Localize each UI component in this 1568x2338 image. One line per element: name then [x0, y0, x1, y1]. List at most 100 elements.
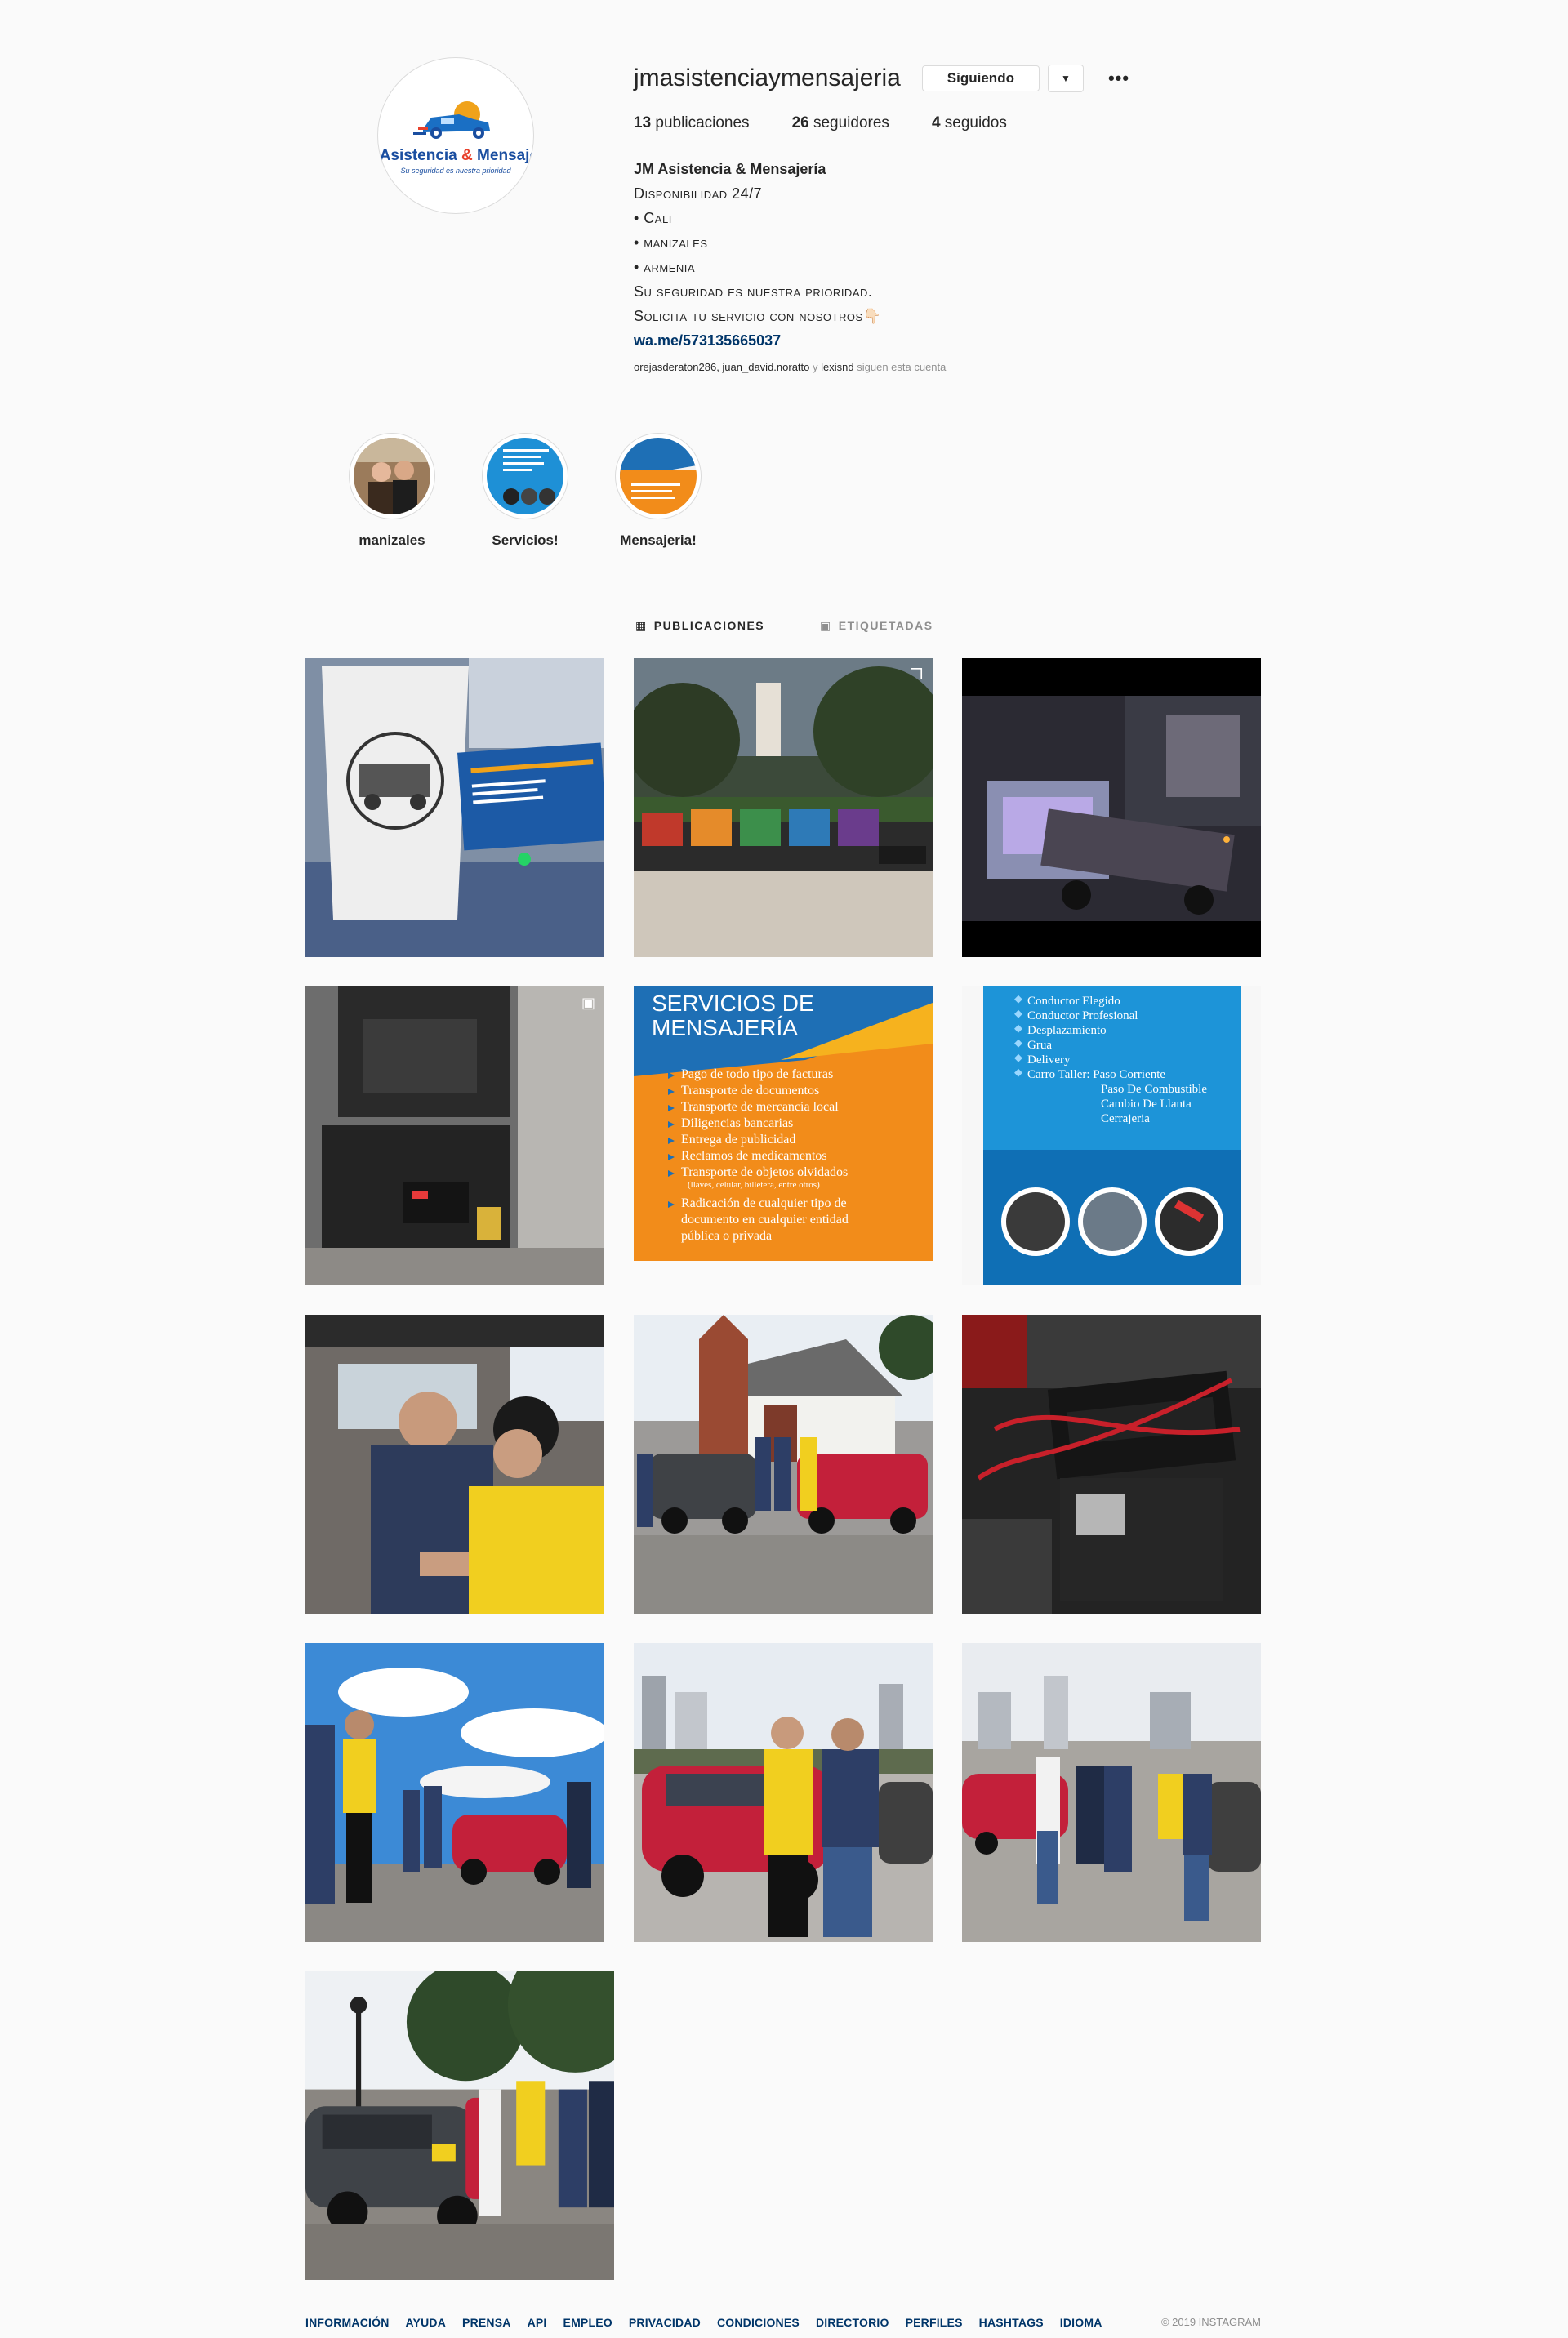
post-battery-jumper[interactable] [962, 1315, 1261, 1614]
post-text: Delivery [1027, 1053, 1071, 1067]
post-manizales-sign[interactable]: ❐ [634, 658, 933, 957]
profile-tabs: ▦ PUBLICACIONES ▣ ETIQUETADAS [305, 603, 1261, 652]
profile-avatar[interactable]: JM Asistencia & Mensajería Su seguridad … [377, 57, 534, 214]
highlight-manizales[interactable]: manizales [346, 433, 438, 549]
profile-bio: JM Asistencia & Mensajería Disponibilida… [634, 157, 1254, 353]
highlight-thumbnail [487, 438, 564, 514]
highlight-label: Servicios! [492, 532, 559, 548]
footer-link-language[interactable]: IDIOMA [1060, 2316, 1102, 2329]
post-coffee-card[interactable] [305, 658, 604, 957]
post-text: pública o privada [681, 1229, 772, 1243]
highlight-servicios[interactable]: Servicios! [479, 433, 571, 549]
footer-link-help[interactable]: AYUDA [406, 2316, 447, 2329]
footer-link-privacy[interactable]: PRIVACIDAD [629, 2316, 701, 2329]
footer-link-api[interactable]: API [528, 2316, 547, 2329]
bio-line: • Cali [634, 210, 672, 226]
post-text: (llaves, celular, billetera, entre otros… [688, 1180, 820, 1190]
footer-copyright: © 2019 INSTAGRAM [1160, 2316, 1261, 2328]
post-text: Radicación de cualquier tipo de [681, 1196, 847, 1210]
post-text: Grua [1027, 1039, 1052, 1052]
more-options-icon[interactable]: ••• [1108, 68, 1129, 89]
highlight-ring [482, 433, 568, 519]
tab-posts[interactable]: ▦ PUBLICACIONES [635, 603, 765, 648]
highlight-mensajeria[interactable]: Mensajeria! [612, 433, 704, 549]
profile-full-name: JM Asistencia & Mensajería [634, 161, 826, 177]
post-servicios-mensajeria[interactable]: SERVICIOS DE MENSAJERÍA Pago de todo tip… [634, 986, 933, 1285]
bio-line: • manizales [634, 234, 708, 251]
post-text: Conductor Profesional [1027, 1009, 1138, 1022]
car-logo-icon [413, 101, 490, 139]
chevron-down-icon[interactable]: ▼ [1047, 65, 1084, 92]
footer-link-jobs[interactable]: EMPLEO [564, 2316, 612, 2329]
post-text: Carro Taller: Paso Corriente [1027, 1068, 1165, 1081]
bio-line: • armenia [634, 259, 696, 275]
title-row: jmasistenciaymensajeria Siguiendo ▼ ••• [634, 57, 1254, 100]
post-image [634, 1643, 933, 1942]
post-text: documento en cualquier entidad [681, 1213, 849, 1227]
profile-username: jmasistenciaymensajeria [634, 65, 901, 91]
post-text: Reclamos de medicamentos [681, 1149, 827, 1163]
followed-by[interactable]: orejasderaton286, juan_david.noratto y l… [634, 361, 1254, 373]
tag-icon: ▣ [820, 618, 832, 632]
footer-link-profiles[interactable]: PERFILES [906, 2316, 963, 2329]
post-image [962, 658, 1261, 957]
highlight-label: manizales [359, 532, 425, 548]
highlight-ring [349, 433, 435, 519]
post-servicios-list[interactable]: Conductor Elegido Conductor Profesional … [962, 986, 1261, 1285]
profile-header: JM Asistencia & Mensajería Su seguridad … [305, 57, 1261, 400]
footer-link-directory[interactable]: DIRECTORIO [816, 2316, 889, 2329]
highlight-thumbnail [354, 438, 430, 514]
post-text: MENSAJERÍA [652, 1015, 798, 1040]
stat-followers[interactable]: 26 seguidores [792, 114, 889, 132]
footer-link-press[interactable]: PRENSA [462, 2316, 511, 2329]
logo-tagline: Su seguridad es nuestra prioridad [400, 167, 511, 175]
tab-label: PUBLICACIONES [653, 619, 765, 632]
multiple-photos-icon: ❐ [910, 666, 924, 683]
footer-link-terms[interactable]: CONDICIONES [717, 2316, 800, 2329]
post-couple-car[interactable] [305, 1315, 604, 1614]
post-team-church[interactable] [634, 1315, 933, 1614]
footer-link-info[interactable]: INFORMACIÓN [305, 2316, 390, 2329]
bio-link[interactable]: wa.me/573135665037 [634, 328, 1254, 353]
bio-line: Su seguridad es nuestra prioridad. [634, 283, 873, 300]
post-text: Transporte de mercancía local [681, 1100, 839, 1114]
post-text: Diligencias bancarias [681, 1116, 793, 1130]
bio-line: Solicita tu servicio con nosotros👇🏻 [634, 308, 882, 324]
post-text: Cerrajeria [1101, 1112, 1150, 1125]
logo-wordmark: JM Asistencia & Mensajería [378, 147, 533, 164]
post-team-street[interactable] [305, 1971, 614, 2280]
post-text: Transporte de objetos olvidados [681, 1165, 848, 1179]
post-text: SERVICIOS DE [652, 991, 814, 1016]
footer-link-hashtags[interactable]: HASHTAGS [979, 2316, 1044, 2329]
tab-tagged[interactable]: ▣ ETIQUETADAS [820, 603, 933, 648]
profile-stats: 13 publicaciones 26 seguidores 4 seguido… [634, 114, 1254, 132]
post-text: Transporte de documentos [681, 1084, 819, 1098]
post-image [305, 1971, 614, 2280]
post-image [634, 658, 933, 957]
stat-following[interactable]: 4 seguidos [932, 114, 1007, 132]
following-button[interactable]: Siguiendo [921, 65, 1040, 91]
post-image [634, 1315, 933, 1614]
post-text: Desplazamiento [1027, 1024, 1107, 1037]
post-team-group[interactable] [962, 1643, 1261, 1942]
post-engine-jumper[interactable]: ▣ [305, 986, 604, 1285]
post-image [305, 1643, 604, 1942]
bio-line: Disponibilidad 24/7 [634, 185, 763, 202]
footer: INFORMACIÓN AYUDA PRENSA API EMPLEO PRIV… [305, 2316, 1261, 2329]
post-team-sky[interactable] [305, 1643, 604, 1942]
tab-label: ETIQUETADAS [838, 619, 933, 632]
post-image: Conductor Elegido Conductor Profesional … [962, 986, 1261, 1285]
highlight-thumbnail [620, 438, 697, 514]
post-couple-red-car[interactable] [634, 1643, 933, 1942]
post-tow-truck-night[interactable] [962, 658, 1261, 957]
post-image [305, 986, 604, 1285]
post-text: Paso De Combustible [1101, 1083, 1207, 1096]
video-icon: ▣ [581, 995, 596, 1011]
stat-posts: 13 publicaciones [634, 114, 750, 131]
post-image: SERVICIOS DE MENSAJERÍA Pago de todo tip… [634, 986, 933, 1261]
highlight-ring [615, 433, 702, 519]
post-image [305, 658, 604, 957]
post-text: Conductor Elegido [1027, 995, 1120, 1008]
post-image [962, 1643, 1261, 1942]
post-image [305, 1315, 604, 1614]
